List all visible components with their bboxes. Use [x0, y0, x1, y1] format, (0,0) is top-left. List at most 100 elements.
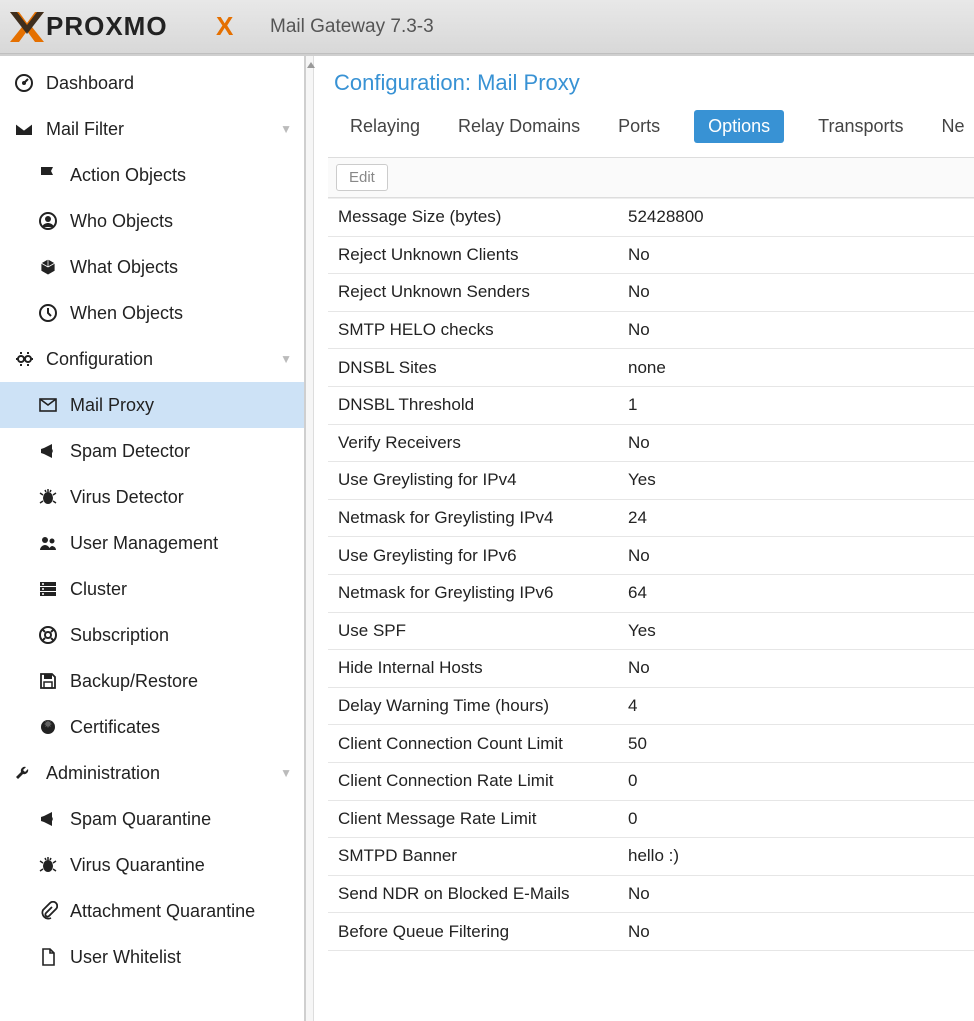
sidebar-item-attachment-quarantine[interactable]: Attachment Quarantine: [0, 888, 304, 934]
bug-icon: [36, 487, 60, 507]
option-value: 50: [620, 734, 974, 754]
envelope-icon: [12, 119, 36, 139]
tab-ne[interactable]: Ne: [938, 110, 969, 143]
proxmox-wordmark: PROXMO X: [46, 12, 256, 42]
tab-ports[interactable]: Ports: [614, 110, 664, 143]
option-row[interactable]: Verify ReceiversNo: [328, 425, 974, 463]
option-row[interactable]: Use Greylisting for IPv4Yes: [328, 462, 974, 500]
sidebar-item-label: Who Objects: [70, 211, 173, 232]
sidebar-item-label: Cluster: [70, 579, 127, 600]
tab-relaying[interactable]: Relaying: [346, 110, 424, 143]
bullhorn-icon: [36, 809, 60, 829]
option-row[interactable]: Client Message Rate Limit0: [328, 801, 974, 839]
sidebar-item-label: Virus Detector: [70, 487, 184, 508]
sidebar-item-label: Backup/Restore: [70, 671, 198, 692]
sidebar-item-administration[interactable]: Administration▼: [0, 750, 304, 796]
lifebuoy-icon: [36, 625, 60, 645]
option-value: No: [620, 433, 974, 453]
option-row[interactable]: Delay Warning Time (hours)4: [328, 688, 974, 726]
sidebar-item-configuration[interactable]: Configuration▼: [0, 336, 304, 382]
edit-button[interactable]: Edit: [336, 164, 388, 191]
sidebar-item-label: Mail Proxy: [70, 395, 154, 416]
sidebar-item-spam-detector[interactable]: Spam Detector: [0, 428, 304, 474]
gears-icon: [12, 349, 36, 369]
sidebar-item-label: Dashboard: [46, 73, 134, 94]
flag-icon: [36, 165, 60, 185]
splitter-handle[interactable]: [306, 56, 314, 1021]
option-row[interactable]: Use SPFYes: [328, 613, 974, 651]
option-key: Use Greylisting for IPv6: [328, 546, 620, 566]
option-key: Send NDR on Blocked E-Mails: [328, 884, 620, 904]
option-value: 1: [620, 395, 974, 415]
panel-title: Configuration: Mail Proxy: [328, 66, 974, 110]
envelope-outline-icon: [36, 395, 60, 415]
option-key: Netmask for Greylisting IPv6: [328, 583, 620, 603]
option-row[interactable]: Before Queue FilteringNo: [328, 913, 974, 951]
option-key: Delay Warning Time (hours): [328, 696, 620, 716]
option-row[interactable]: DNSBL Sitesnone: [328, 349, 974, 387]
dashboard-icon: [12, 73, 36, 93]
sidebar-item-label: User Management: [70, 533, 218, 554]
options-grid: Message Size (bytes)52428800Reject Unkno…: [328, 198, 974, 951]
option-value: 4: [620, 696, 974, 716]
sidebar-item-action-objects[interactable]: Action Objects: [0, 152, 304, 198]
sidebar-item-subscription[interactable]: Subscription: [0, 612, 304, 658]
sidebar-item-user-whitelist[interactable]: User Whitelist: [0, 934, 304, 980]
option-row[interactable]: Netmask for Greylisting IPv664: [328, 575, 974, 613]
sidebar-item-who-objects[interactable]: Who Objects: [0, 198, 304, 244]
option-key: Client Connection Count Limit: [328, 734, 620, 754]
option-key: Client Connection Rate Limit: [328, 771, 620, 791]
option-key: Before Queue Filtering: [328, 922, 620, 942]
x-logo-icon: [10, 12, 44, 42]
option-row[interactable]: Message Size (bytes)52428800: [328, 199, 974, 237]
paperclip-icon: [36, 901, 60, 921]
cube-icon: [36, 257, 60, 277]
sidebar-item-when-objects[interactable]: When Objects: [0, 290, 304, 336]
option-row[interactable]: Netmask for Greylisting IPv424: [328, 500, 974, 538]
sidebar-item-backup-restore[interactable]: Backup/Restore: [0, 658, 304, 704]
tab-options[interactable]: Options: [694, 110, 784, 143]
option-key: Verify Receivers: [328, 433, 620, 453]
option-row[interactable]: Send NDR on Blocked E-MailsNo: [328, 876, 974, 914]
content-panel: Configuration: Mail Proxy Relaying Relay …: [314, 56, 974, 1021]
option-value: No: [620, 546, 974, 566]
sidebar-item-certificates[interactable]: Certificates: [0, 704, 304, 750]
file-icon: [36, 947, 60, 967]
sidebar-item-mail-filter[interactable]: Mail Filter ▼: [0, 106, 304, 152]
option-row[interactable]: SMTPD Bannerhello :): [328, 838, 974, 876]
option-value: 0: [620, 771, 974, 791]
option-row[interactable]: Use Greylisting for IPv6No: [328, 537, 974, 575]
sidebar-item-virus-detector[interactable]: Virus Detector: [0, 474, 304, 520]
sidebar-item-label: User Whitelist: [70, 947, 181, 968]
sidebar: Dashboard Mail Filter ▼ Action Objects Who O…: [0, 56, 306, 1021]
tab-transports[interactable]: Transports: [814, 110, 907, 143]
option-value: No: [620, 884, 974, 904]
sidebar-item-label: What Objects: [70, 257, 178, 278]
chevron-down-icon: ▼: [280, 122, 292, 136]
tab-relay-domains[interactable]: Relay Domains: [454, 110, 584, 143]
option-key: Hide Internal Hosts: [328, 658, 620, 678]
server-icon: [36, 579, 60, 599]
sidebar-item-label: Attachment Quarantine: [70, 901, 255, 922]
sidebar-item-spam-quarantine[interactable]: Spam Quarantine: [0, 796, 304, 842]
sidebar-item-what-objects[interactable]: What Objects: [0, 244, 304, 290]
sidebar-item-mail-proxy[interactable]: Mail Proxy: [0, 382, 304, 428]
bug-icon: [36, 855, 60, 875]
option-key: Use Greylisting for IPv4: [328, 470, 620, 490]
sidebar-item-virus-quarantine[interactable]: Virus Quarantine: [0, 842, 304, 888]
option-row[interactable]: Client Connection Rate Limit0: [328, 763, 974, 801]
option-key: Client Message Rate Limit: [328, 809, 620, 829]
sidebar-item-label: Mail Filter: [46, 119, 124, 140]
sidebar-item-dashboard[interactable]: Dashboard: [0, 60, 304, 106]
option-row[interactable]: Reject Unknown SendersNo: [328, 274, 974, 312]
option-row[interactable]: Client Connection Count Limit50: [328, 725, 974, 763]
option-row[interactable]: SMTP HELO checksNo: [328, 312, 974, 350]
option-row[interactable]: Reject Unknown ClientsNo: [328, 237, 974, 275]
option-row[interactable]: Hide Internal HostsNo: [328, 650, 974, 688]
bullhorn-icon: [36, 441, 60, 461]
certificate-icon: [36, 717, 60, 737]
sidebar-item-cluster[interactable]: Cluster: [0, 566, 304, 612]
option-row[interactable]: DNSBL Threshold1: [328, 387, 974, 425]
sidebar-item-user-management[interactable]: User Management: [0, 520, 304, 566]
toolbar: Edit: [328, 157, 974, 198]
